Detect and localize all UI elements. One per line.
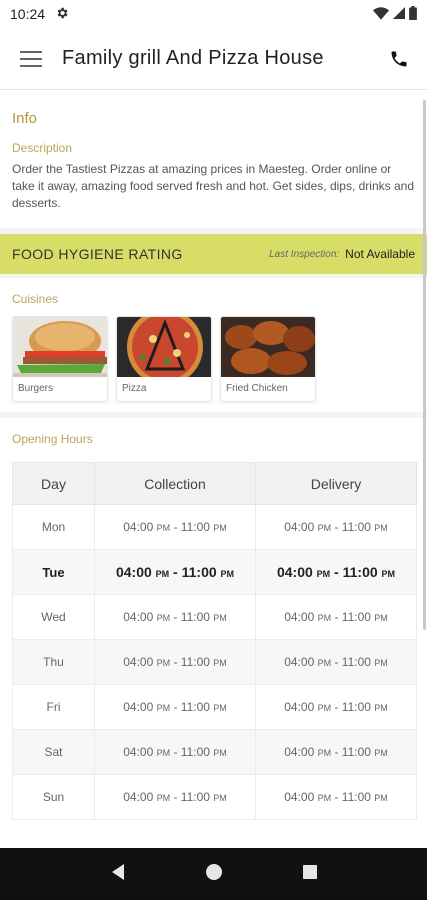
cuisine-name: Burgers <box>18 383 54 394</box>
table-row: Thu 04:00 PM - 11:00 PM 04:00 PM - 11:00… <box>12 639 417 685</box>
menu-icon <box>20 50 42 67</box>
delivery-hours: 04:00 PM - 11:00 PM <box>255 639 417 685</box>
cuisine-name: Pizza <box>122 383 147 394</box>
table-row: Sat 04:00 PM - 11:00 PM 04:00 PM - 11:00… <box>12 729 417 775</box>
cuisines-label: Cuisines <box>12 292 59 306</box>
phone-icon <box>391 51 407 66</box>
recents-icon[interactable] <box>302 864 318 885</box>
hygiene-title: FOOD HYGIENE RATING <box>12 246 183 262</box>
collection-hours: 04:00 PM - 11:00 PM <box>94 639 256 685</box>
inspection-value: Not Available <box>345 247 415 261</box>
info-section: Info Description Order the Tastiest Pizz… <box>0 90 427 228</box>
opening-hours-label: Opening Hours <box>12 432 93 446</box>
day-cell: Sun <box>12 774 95 820</box>
delivery-hours: 04:00 PM - 11:00 PM <box>255 774 417 820</box>
scrollbar[interactable] <box>423 100 426 630</box>
table-row: Wed 04:00 PM - 11:00 PM 04:00 PM - 11:00… <box>12 594 417 640</box>
fried-chicken-image <box>221 317 315 377</box>
delivery-hours: 04:00 PM - 11:00 PM <box>255 729 417 775</box>
delivery-hours: 04:00 PM - 11:00 PM <box>255 549 417 595</box>
home-icon[interactable] <box>205 863 223 886</box>
cuisine-card-pizza[interactable]: Pizza <box>116 316 212 402</box>
info-heading: Info <box>12 110 38 127</box>
delivery-header: Delivery <box>255 462 417 505</box>
battery-icon <box>409 5 417 23</box>
scroll-content[interactable]: Info Description Order the Tastiest Pizz… <box>0 90 427 848</box>
collection-header: Collection <box>94 462 256 505</box>
day-cell: Mon <box>12 504 95 550</box>
cuisine-name: Fried Chicken <box>226 383 288 394</box>
collection-hours: 04:00 PM - 11:00 PM <box>94 774 256 820</box>
back-icon[interactable] <box>109 863 127 886</box>
collection-hours: 04:00 PM - 11:00 PM <box>94 594 256 640</box>
cuisine-card-burgers[interactable]: Burgers <box>12 316 108 402</box>
status-time: 10:24 <box>10 6 46 22</box>
description-label: Description <box>12 141 73 155</box>
delivery-hours: 04:00 PM - 11:00 PM <box>255 504 417 550</box>
status-bar: 10:24 <box>0 0 427 28</box>
cuisine-card-fried-chicken[interactable]: Fried Chicken <box>220 316 316 402</box>
inspection-label: Last Inspection: <box>269 248 340 260</box>
wifi-icon <box>373 6 389 23</box>
collection-hours: 04:00 PM - 11:00 PM <box>94 684 256 730</box>
table-row: Fri 04:00 PM - 11:00 PM 04:00 PM - 11:00… <box>12 684 417 730</box>
day-header: Day <box>12 462 95 505</box>
page-title: Family grill And Pizza House <box>62 47 324 69</box>
day-cell: Thu <box>12 639 95 685</box>
table-header-row: Day Collection Delivery <box>12 462 417 505</box>
table-row-today: Tue 04:00 PM - 11:00 PM 04:00 PM - 11:00… <box>12 549 417 595</box>
delivery-hours: 04:00 PM - 11:00 PM <box>255 684 417 730</box>
description-text: Order the Tastiest Pizzas at amazing pri… <box>12 162 414 210</box>
collection-hours: 04:00 PM - 11:00 PM <box>94 504 256 550</box>
menu-button[interactable] <box>0 28 62 90</box>
system-nav-bar <box>0 848 427 900</box>
app-bar: Family grill And Pizza House <box>0 28 427 90</box>
day-cell: Wed <box>12 594 95 640</box>
pizza-image <box>117 317 211 377</box>
day-cell: Tue <box>12 549 95 595</box>
day-cell: Sat <box>12 729 95 775</box>
cuisines-section: Cuisines Burgers Pizza Fried Chicken <box>0 278 427 412</box>
signal-icon <box>393 6 405 23</box>
table-row: Mon 04:00 PM - 11:00 PM 04:00 PM - 11:00… <box>12 504 417 550</box>
delivery-hours: 04:00 PM - 11:00 PM <box>255 594 417 640</box>
burger-image <box>13 317 107 377</box>
call-button[interactable] <box>371 28 427 90</box>
day-cell: Fri <box>12 684 95 730</box>
collection-hours: 04:00 PM - 11:00 PM <box>94 549 256 595</box>
opening-hours-table: Day Collection Delivery Mon 04:00 PM - 1… <box>12 462 417 820</box>
gear-icon <box>55 6 69 23</box>
table-row: Sun 04:00 PM - 11:00 PM 04:00 PM - 11:00… <box>12 774 417 820</box>
opening-hours-section: Opening Hours Day Collection Delivery Mo… <box>0 418 427 848</box>
collection-hours: 04:00 PM - 11:00 PM <box>94 729 256 775</box>
hygiene-rating-bar: FOOD HYGIENE RATING Last Inspection: Not… <box>0 234 427 274</box>
